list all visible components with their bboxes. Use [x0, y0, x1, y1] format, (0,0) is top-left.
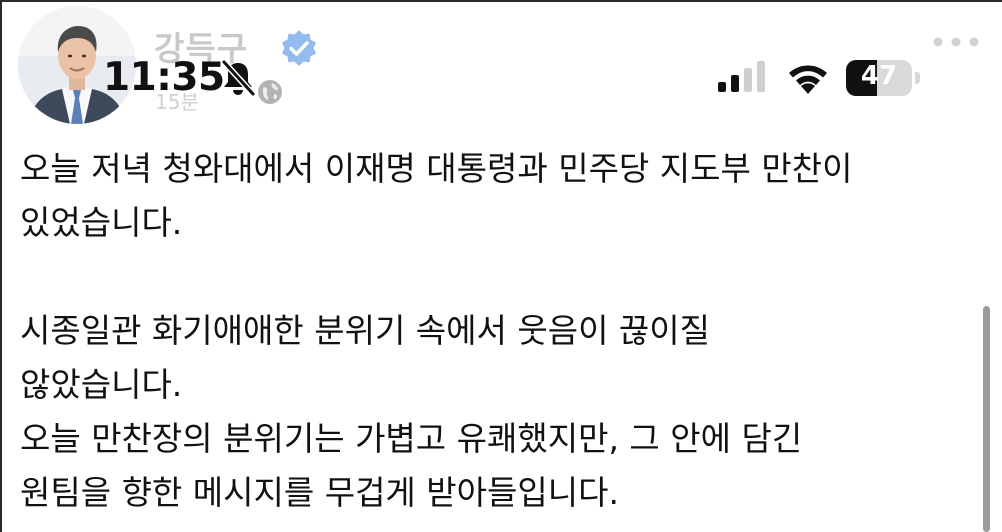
battery-body: 47 [846, 60, 912, 96]
post-text-line: 시종일관 화기애애한 분위기 속에서 웃음이 끊이질 [20, 311, 711, 350]
status-bar-clock: 11:35 [103, 55, 225, 100]
verified-badge-icon [282, 30, 316, 66]
post-body: 오늘 저녁 청와대에서 이재명 대통령과 민주당 지도부 만찬이있었습니다. 시종… [20, 142, 980, 520]
wifi-icon [789, 65, 827, 94]
battery-icon: 47 [846, 60, 920, 96]
more-options-icon[interactable] [930, 32, 982, 52]
post-text-line: 않았습니다. [20, 365, 183, 404]
post-text-line: 있었습니다. [20, 203, 183, 242]
battery-cap [915, 72, 920, 84]
bell-slash-icon [221, 59, 256, 97]
globe-icon [258, 80, 282, 104]
scrollbar[interactable] [983, 306, 990, 532]
post-text-line: 오늘 만찬장의 분위기는 가볍고 유쾌했지만, 그 안에 담긴 [20, 419, 803, 458]
post-text-line: 오늘 저녁 청와대에서 이재명 대통령과 민주당 지도부 만찬이 [20, 149, 853, 188]
battery-level: 47 [860, 61, 898, 91]
post-text-line: 원팀을 향한 메시지를 무겁게 받아들입니다. [20, 473, 619, 512]
cellular-signal-icon [718, 61, 765, 92]
